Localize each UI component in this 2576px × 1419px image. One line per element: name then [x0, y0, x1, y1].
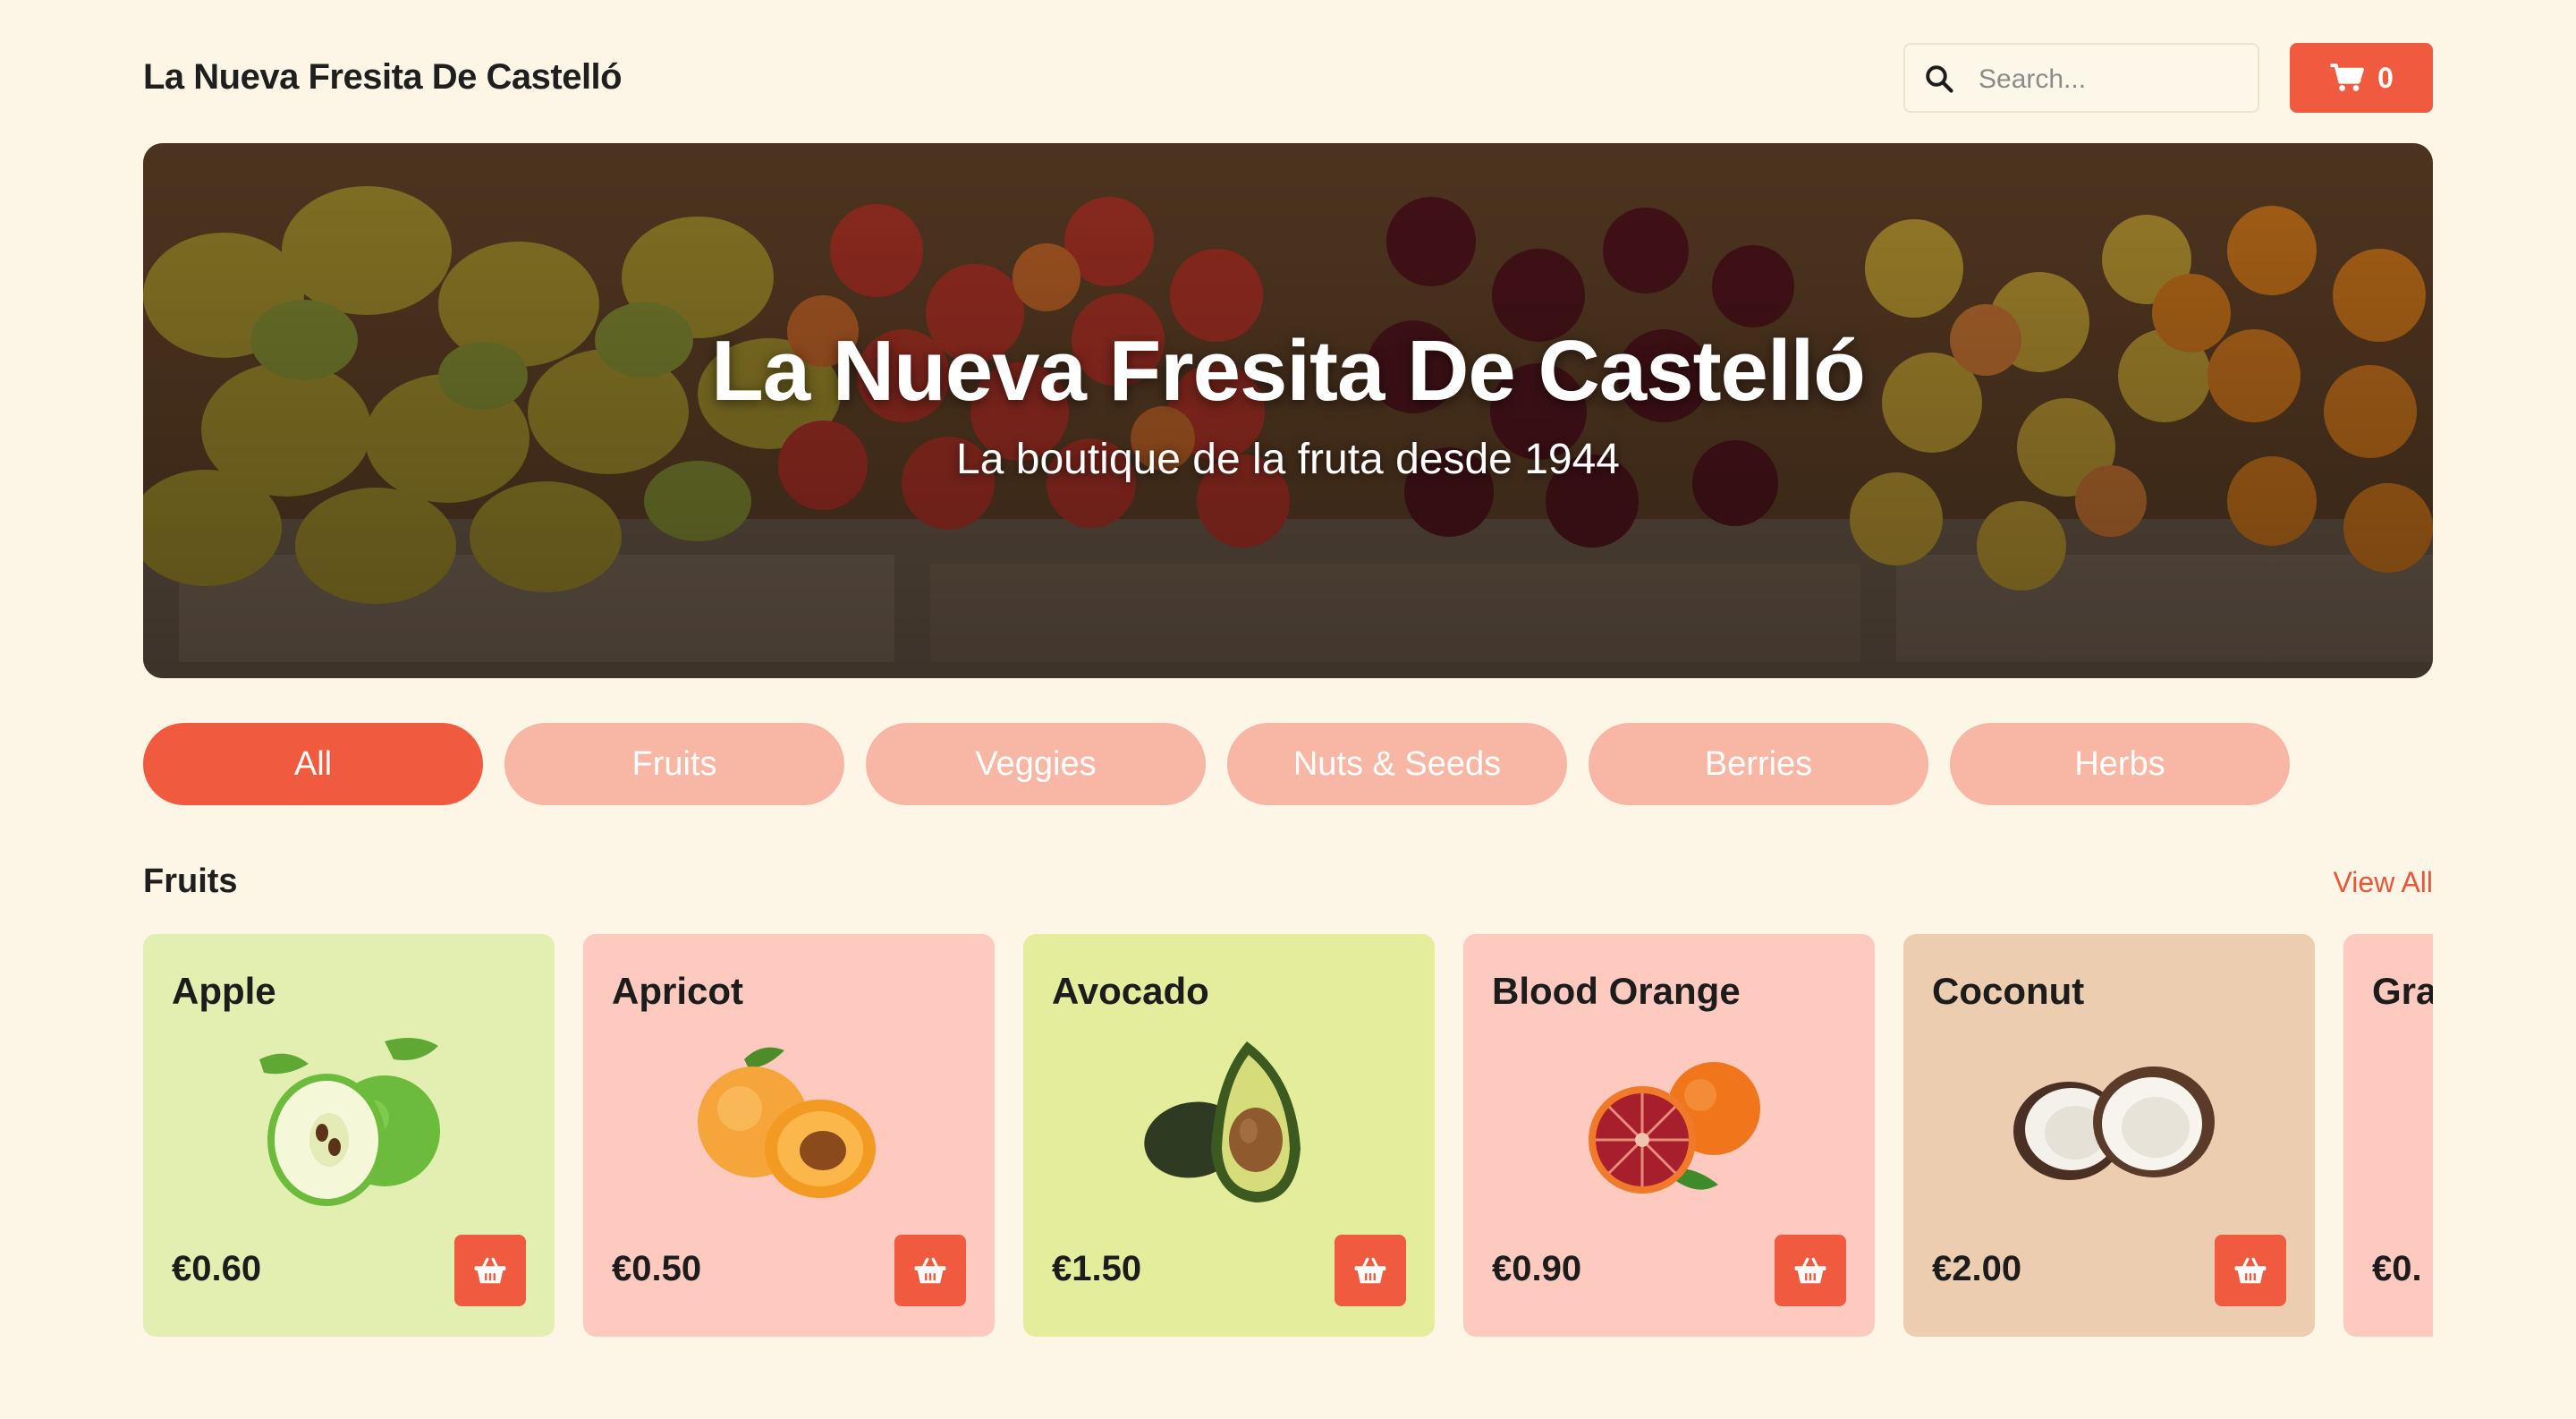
category-chip-fruits[interactable]: Fruits — [504, 723, 844, 805]
product-card[interactable]: Blood Orange €0.90 — [1463, 934, 1875, 1337]
product-card[interactable]: Apple €0.60 — [143, 934, 555, 1337]
product-card[interactable]: Apricot €0.50 — [583, 934, 995, 1337]
product-name: Gra — [2372, 970, 2433, 1012]
search-icon — [1926, 65, 1953, 93]
cart-icon — [2330, 64, 2365, 91]
product-name: Blood Orange — [1492, 970, 1741, 1012]
add-to-cart-button[interactable] — [2215, 1235, 2286, 1306]
category-chip-herbs[interactable]: Herbs — [1950, 723, 2290, 805]
apricot-image — [698, 1047, 876, 1198]
category-chip-berries[interactable]: Berries — [1589, 723, 1928, 805]
search-input[interactable] — [1977, 52, 2249, 107]
basket-icon — [914, 1257, 946, 1284]
product-price: €0.90 — [1492, 1249, 1582, 1288]
product-price: €0.60 — [172, 1249, 262, 1288]
cart-button[interactable]: 0 — [2290, 43, 2433, 113]
add-to-cart-button[interactable] — [894, 1235, 966, 1306]
apple-image — [259, 1038, 440, 1206]
product-name: Apricot — [612, 970, 743, 1012]
product-card[interactable]: Gra €0. — [2343, 934, 2433, 1337]
product-name: Apple — [172, 970, 276, 1012]
search-box[interactable] — [1903, 43, 2259, 113]
category-chip-nuts-seeds[interactable]: Nuts & Seeds — [1227, 723, 1567, 805]
brand-name[interactable]: La Nueva Fresita De Castelló — [143, 57, 623, 98]
section-title: Fruits — [143, 862, 238, 900]
top-bar: La Nueva Fresita De Castelló 0 — [143, 43, 2433, 115]
view-all-link[interactable]: View All — [2334, 866, 2433, 899]
product-name: Coconut — [1932, 970, 2085, 1012]
product-price: €2.00 — [1932, 1249, 2022, 1288]
category-chip-all[interactable]: All — [143, 723, 483, 805]
product-card[interactable]: Avocado €1.50 — [1023, 934, 1435, 1337]
add-to-cart-button[interactable] — [1775, 1235, 1846, 1306]
hero-banner: La Nueva Fresita De Castelló La boutique… — [143, 143, 2433, 678]
basket-icon — [1354, 1257, 1386, 1284]
cart-count: 0 — [2377, 61, 2394, 94]
avocado-image — [1144, 1041, 1301, 1202]
blood-orange-image — [1589, 1062, 1760, 1194]
basket-icon — [2234, 1257, 2267, 1284]
product-price: €0. — [2372, 1249, 2422, 1288]
coconut-image — [2013, 1066, 2215, 1180]
add-to-cart-button[interactable] — [454, 1235, 526, 1306]
product-name: Avocado — [1052, 970, 1209, 1012]
category-chip-veggies[interactable]: Veggies — [866, 723, 1206, 805]
product-price: €1.50 — [1052, 1249, 1142, 1288]
hero-title: La Nueva Fresita De Castelló — [711, 323, 1866, 419]
product-price: €0.50 — [612, 1249, 702, 1288]
hero-subtitle: La boutique de la fruta desde 1944 — [956, 436, 1620, 483]
product-card[interactable]: Coconut €2.00 — [1903, 934, 2315, 1337]
add-to-cart-button[interactable] — [1335, 1235, 1406, 1306]
basket-icon — [474, 1257, 506, 1284]
basket-icon — [1794, 1257, 1826, 1284]
product-carousel[interactable]: Apple €0.60 Apricot €0.50 Avocado €1.50 … — [143, 934, 2433, 1337]
